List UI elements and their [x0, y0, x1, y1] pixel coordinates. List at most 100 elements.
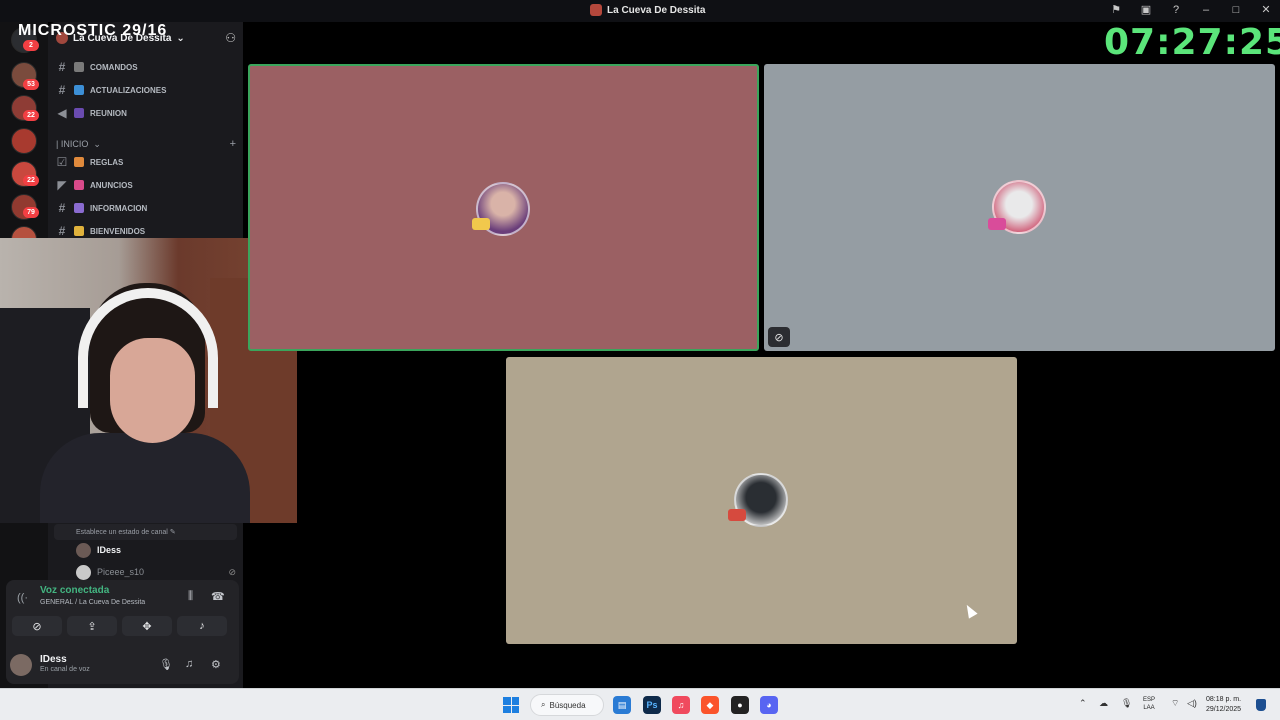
voice-connected-title[interactable]: Voz conectada: [40, 585, 109, 596]
channel-emoji-icon: [74, 180, 84, 190]
channel-label: REUNION: [90, 108, 127, 118]
noise-suppression-icon[interactable]: ⫼: [188, 590, 193, 603]
rail-badge: 79: [23, 207, 39, 218]
voice-status-hint[interactable]: Establece un estado de canal ✎: [54, 524, 237, 540]
window-controls: ⚑ ▣ ? – □ ✕: [1108, 3, 1274, 17]
soundboard-icon: ♪: [199, 620, 205, 632]
photoshop-icon[interactable]: Ps: [643, 696, 661, 714]
brave-browser-icon[interactable]: ◆: [701, 696, 719, 714]
channel-emoji-icon: [74, 85, 84, 95]
minimize-button[interactable]: –: [1198, 4, 1214, 16]
rail-badge: 22: [23, 110, 39, 121]
hash-icon: #: [58, 83, 66, 97]
video-tile[interactable]: ⊘: [764, 64, 1275, 351]
chevron-up-icon[interactable]: ⌃: [1079, 698, 1087, 709]
member-name: Piceee_s10: [97, 567, 145, 577]
soundboard-button[interactable]: ♪: [177, 616, 227, 636]
cloud-icon[interactable]: ☁: [1099, 698, 1108, 709]
desktop: La Cueva De Dessita ⚑ ▣ ? – □ ✕ MICROSTI…: [0, 0, 1280, 720]
file-explorer-icon[interactable]: ▤: [613, 696, 631, 714]
language-code: ESP: [1143, 697, 1156, 703]
channel-informacion[interactable]: # INFORMACION: [56, 199, 236, 217]
taskbar-search[interactable]: ⌕ Búsqueda: [530, 694, 604, 716]
channel-emoji-icon: [74, 157, 84, 167]
voice-status-hint-text: Establece un estado de canal: [76, 529, 168, 536]
wifi-icon[interactable]: ⌔: [1171, 698, 1179, 709]
discord-icon[interactable]: ◕: [760, 696, 778, 714]
voice-member[interactable]: IDess: [76, 540, 236, 560]
obs-icon[interactable]: ●: [731, 696, 749, 714]
hash-icon: #: [58, 60, 66, 74]
keyboard-layout: LAA: [1143, 705, 1155, 711]
category-label: | INICIO: [56, 139, 89, 149]
channel-actualizaciones[interactable]: # ACTUALIZACIONES: [56, 81, 236, 99]
camera-off-icon: ⊘: [32, 620, 42, 633]
screen-share-icon: ⇪: [87, 620, 97, 633]
rules-icon: ☑: [56, 155, 68, 169]
mic-icon[interactable]: 🎙: [1121, 698, 1132, 709]
channel-reunion[interactable]: ◀ REUNION: [56, 104, 236, 122]
mic-icon[interactable]: 🎙: [159, 658, 173, 671]
chevron-down-icon: ⌄: [176, 32, 185, 44]
search-label: Búsqueda: [549, 700, 586, 710]
headphones-icon[interactable]: ♫: [185, 658, 193, 670]
taskbar-clock[interactable]: 08:18 p. m. 29/12/2025: [1206, 695, 1241, 715]
video-tile[interactable]: [506, 357, 1017, 644]
channel-label: ACTUALIZACIONES: [90, 85, 167, 95]
voice-member[interactable]: Piceee_s10 ⊘: [76, 562, 236, 582]
inbox-icon[interactable]: ⚑: [1108, 3, 1124, 16]
channel-label: COMANDOS: [90, 62, 138, 72]
avatar-decoration-icon: [988, 218, 1006, 230]
channel-emoji-icon: [74, 108, 84, 118]
screen-icon[interactable]: ▣: [1138, 3, 1154, 16]
taskbar: ⌕ Búsqueda ▤ Ps ♫ ◆ ● ◕ ⌃ ☁ 🎙 ESP LAA ⌔ …: [0, 688, 1280, 720]
channel-comandos[interactable]: # COMANDOS: [56, 58, 236, 76]
chevron-down-icon: ⌄: [93, 138, 101, 149]
stream-overlay-text: MICROSTIC 29/16: [18, 22, 168, 39]
server-icon: [590, 4, 602, 16]
hash-icon: #: [58, 224, 66, 238]
channel-emoji-icon: [74, 226, 84, 236]
rail-badge: 2: [23, 40, 39, 51]
avatar[interactable]: [10, 654, 32, 676]
voice-channel-path[interactable]: GENERAL / La Cueva De Dessita: [40, 599, 145, 606]
hash-icon: #: [58, 201, 66, 215]
clock-time: 08:18 p. m.: [1206, 696, 1242, 703]
close-button[interactable]: ✕: [1258, 3, 1274, 16]
pencil-icon: ✎: [169, 529, 176, 536]
screen-share-button[interactable]: ⇪: [67, 616, 117, 636]
camera-off-button[interactable]: ⊘: [12, 616, 62, 636]
channel-reglas[interactable]: ☑ REGLAS: [56, 153, 236, 171]
maximize-button[interactable]: □: [1228, 4, 1244, 16]
server-icon[interactable]: [11, 128, 37, 154]
music-app-icon[interactable]: ♫: [672, 696, 690, 714]
start-button[interactable]: [503, 697, 519, 713]
user-panel: IDess En canal de voz 🎙 ♫ ⚙: [6, 650, 231, 678]
signal-icon: ((·: [17, 592, 28, 604]
avatar: [76, 542, 91, 558]
window-title: La Cueva De Dessita: [590, 4, 705, 16]
add-user-icon[interactable]: ⚇: [225, 31, 236, 45]
volume-icon[interactable]: ◁): [1187, 698, 1197, 709]
activities-button[interactable]: ✥: [122, 616, 172, 636]
activities-icon: ✥: [142, 620, 152, 633]
add-channel-icon[interactable]: +: [230, 138, 236, 150]
disconnect-icon[interactable]: ☎: [211, 590, 225, 603]
category-inicio[interactable]: | INICIO ⌄ +: [56, 136, 236, 152]
mic-muted-icon: ⊘: [228, 566, 236, 577]
avatar-decoration-icon: [728, 509, 746, 521]
rail-badge: 53: [23, 79, 39, 90]
language-indicator[interactable]: ESP LAA: [1143, 696, 1155, 712]
search-icon: ⌕: [541, 700, 546, 709]
stream-clock: 07:27:25: [1104, 22, 1280, 63]
video-tile[interactable]: [248, 64, 759, 351]
channel-anuncios[interactable]: ◤ ANUNCIOS: [56, 176, 236, 194]
user-status: En canal de voz: [40, 666, 90, 673]
gear-icon[interactable]: ⚙: [211, 658, 221, 671]
user-name[interactable]: IDess: [40, 654, 67, 665]
notification-bell-icon[interactable]: [1256, 699, 1266, 711]
avatar-decoration-icon: [472, 218, 490, 230]
member-name: IDess: [97, 545, 122, 555]
help-icon[interactable]: ?: [1168, 4, 1184, 16]
channel-label: BIENVENIDOS: [90, 226, 146, 236]
